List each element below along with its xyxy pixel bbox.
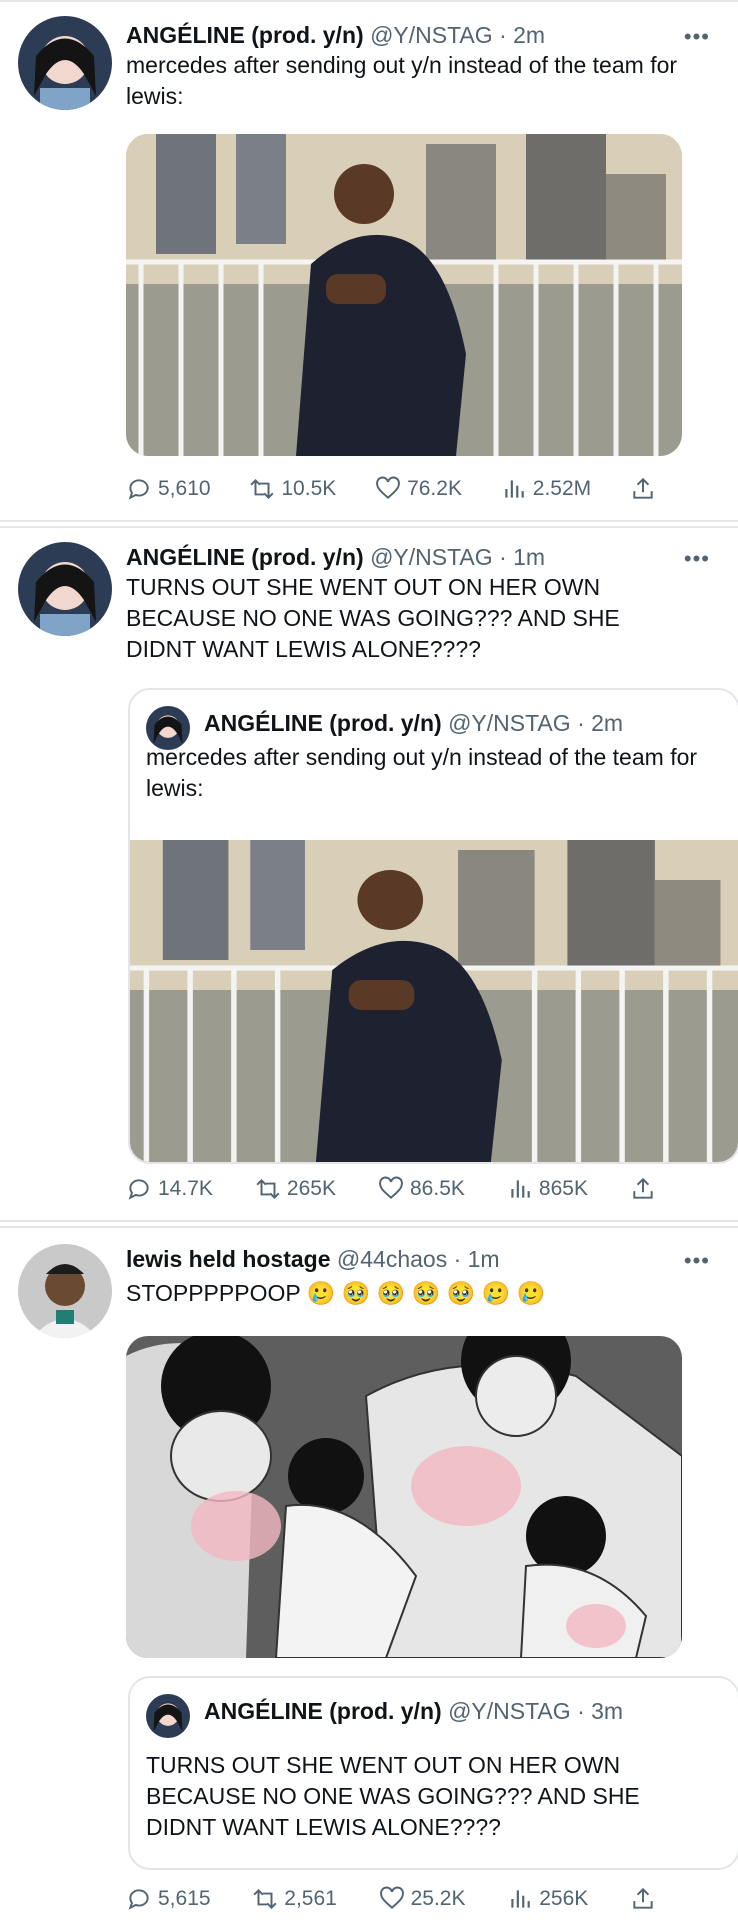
tweet-1[interactable]: ANGÉLINE (prod. y/n) @Y/NSTAG · 2m ••• m… bbox=[0, 0, 738, 520]
like-button[interactable]: 86.5K bbox=[378, 1176, 465, 1202]
tweet-time[interactable]: · 1m bbox=[499, 544, 545, 570]
quoted-author-name: ANGÉLINE (prod. y/n) bbox=[204, 710, 442, 736]
author-handle[interactable]: @Y/NSTAG bbox=[370, 22, 493, 48]
tweet-2[interactable]: ANGÉLINE (prod. y/n) @Y/NSTAG · 1m ••• T… bbox=[0, 528, 738, 1220]
avatar[interactable] bbox=[18, 1244, 112, 1338]
quoted-tweet-time: · 3m bbox=[577, 1698, 624, 1724]
more-options-icon[interactable]: ••• bbox=[684, 24, 710, 50]
quoted-header: ANGÉLINE (prod. y/n) @Y/NSTAG · 2m bbox=[204, 710, 623, 737]
quoted-avatar[interactable] bbox=[146, 1694, 190, 1738]
tweet-time[interactable]: · 1m bbox=[454, 1246, 500, 1272]
author-name[interactable]: lewis held hostage bbox=[126, 1246, 331, 1272]
heart-icon bbox=[379, 1886, 404, 1909]
tweet-divider bbox=[0, 1220, 738, 1222]
quoted-tweet-time: · 2m bbox=[577, 710, 624, 736]
reply-count: 14.7K bbox=[158, 1177, 213, 1200]
tweet-actions: 5,610 10.5K 76.2K 2.52M bbox=[126, 476, 656, 502]
tweet-text: STOPPPPPOOP 🥲 🥹 🥹 🥹 🥹 🥲 🥲 bbox=[126, 1280, 546, 1306]
author-handle[interactable]: @Y/NSTAG bbox=[370, 544, 493, 570]
tweet-header: ANGÉLINE (prod. y/n) @Y/NSTAG · 1m bbox=[126, 544, 545, 571]
retweet-button[interactable]: 10.5K bbox=[249, 476, 336, 502]
heart-icon bbox=[379, 1176, 403, 1199]
tweet-text: TURNS OUT SHE WENT OUT ON HER OWN BECAUS… bbox=[126, 574, 620, 662]
share-icon bbox=[633, 1887, 653, 1909]
avatar[interactable] bbox=[18, 16, 112, 110]
tweet-3[interactable]: lewis held hostage @44chaos · 1m ••• STO… bbox=[0, 1228, 738, 1920]
views-button[interactable]: 865K bbox=[507, 1176, 588, 1202]
retweet-icon bbox=[256, 1178, 280, 1200]
tweet-time[interactable]: · 2m bbox=[499, 22, 545, 48]
quoted-tweet[interactable]: ANGÉLINE (prod. y/n) @Y/NSTAG · 3m TURNS… bbox=[128, 1676, 738, 1870]
reply-count: 5,610 bbox=[158, 477, 211, 500]
author-name[interactable]: ANGÉLINE (prod. y/n) bbox=[126, 22, 364, 48]
like-count: 86.5K bbox=[410, 1177, 465, 1200]
reply-count: 5,615 bbox=[158, 1887, 211, 1910]
quoted-author-handle: @Y/NSTAG bbox=[448, 710, 571, 736]
retweet-icon bbox=[253, 1888, 277, 1910]
share-icon bbox=[633, 477, 653, 499]
views-button[interactable]: 256K bbox=[507, 1886, 588, 1912]
quoted-header: ANGÉLINE (prod. y/n) @Y/NSTAG · 3m bbox=[204, 1698, 623, 1725]
tweet-actions: 14.7K 265K 86.5K 865K bbox=[126, 1176, 656, 1202]
heart-icon bbox=[376, 476, 400, 499]
retweet-button[interactable]: 2,561 bbox=[252, 1886, 337, 1912]
share-icon bbox=[633, 1177, 653, 1199]
retweet-button[interactable]: 265K bbox=[255, 1176, 336, 1202]
quoted-image[interactable] bbox=[130, 840, 738, 1162]
tweet-header: ANGÉLINE (prod. y/n) @Y/NSTAG · 2m bbox=[126, 22, 545, 49]
share-button[interactable] bbox=[630, 1176, 656, 1202]
views-count: 2.52M bbox=[532, 477, 592, 500]
like-button[interactable]: 25.2K bbox=[379, 1886, 466, 1912]
tweet-header: lewis held hostage @44chaos · 1m bbox=[126, 1246, 500, 1273]
more-options-icon[interactable]: ••• bbox=[684, 546, 710, 572]
quoted-author-handle: @Y/NSTAG bbox=[448, 1698, 571, 1724]
views-icon bbox=[505, 480, 524, 498]
like-count: 25.2K bbox=[410, 1887, 466, 1910]
views-icon bbox=[511, 1180, 530, 1198]
retweet-icon bbox=[250, 478, 274, 500]
tweet-image[interactable] bbox=[126, 1336, 682, 1658]
views-button[interactable]: 2.52M bbox=[501, 476, 591, 502]
reply-icon bbox=[128, 479, 149, 500]
tweet-actions: 5,615 2,561 25.2K 256K bbox=[126, 1886, 656, 1912]
quoted-text: mercedes after sending out y/n instead o… bbox=[146, 744, 698, 801]
like-button[interactable]: 76.2K bbox=[375, 476, 462, 502]
tweet-image[interactable] bbox=[126, 134, 682, 456]
author-handle[interactable]: @44chaos bbox=[337, 1246, 447, 1272]
reply-button[interactable]: 5,615 bbox=[126, 1886, 211, 1912]
tweet-divider bbox=[0, 520, 738, 522]
more-options-icon[interactable]: ••• bbox=[684, 1248, 710, 1274]
reply-button[interactable]: 14.7K bbox=[126, 1176, 213, 1202]
reply-icon bbox=[128, 1889, 149, 1910]
avatar[interactable] bbox=[18, 542, 112, 636]
share-button[interactable] bbox=[630, 1886, 656, 1912]
views-count: 256K bbox=[539, 1887, 589, 1910]
views-count: 865K bbox=[538, 1177, 588, 1200]
reply-icon bbox=[128, 1179, 149, 1200]
retweet-count: 2,561 bbox=[284, 1887, 337, 1910]
author-name[interactable]: ANGÉLINE (prod. y/n) bbox=[126, 544, 364, 570]
quoted-tweet[interactable]: ANGÉLINE (prod. y/n) @Y/NSTAG · 2m merce… bbox=[128, 688, 738, 1164]
reply-button[interactable]: 5,610 bbox=[126, 476, 211, 502]
views-icon bbox=[511, 1890, 530, 1908]
quoted-author-name: ANGÉLINE (prod. y/n) bbox=[204, 1698, 442, 1724]
share-button[interactable] bbox=[630, 476, 656, 502]
retweet-count: 265K bbox=[286, 1177, 336, 1200]
quoted-text: TURNS OUT SHE WENT OUT ON HER OWN BECAUS… bbox=[146, 1752, 640, 1840]
tweet-text: mercedes after sending out y/n instead o… bbox=[126, 52, 678, 109]
like-count: 76.2K bbox=[407, 477, 462, 500]
retweet-count: 10.5K bbox=[281, 477, 337, 500]
